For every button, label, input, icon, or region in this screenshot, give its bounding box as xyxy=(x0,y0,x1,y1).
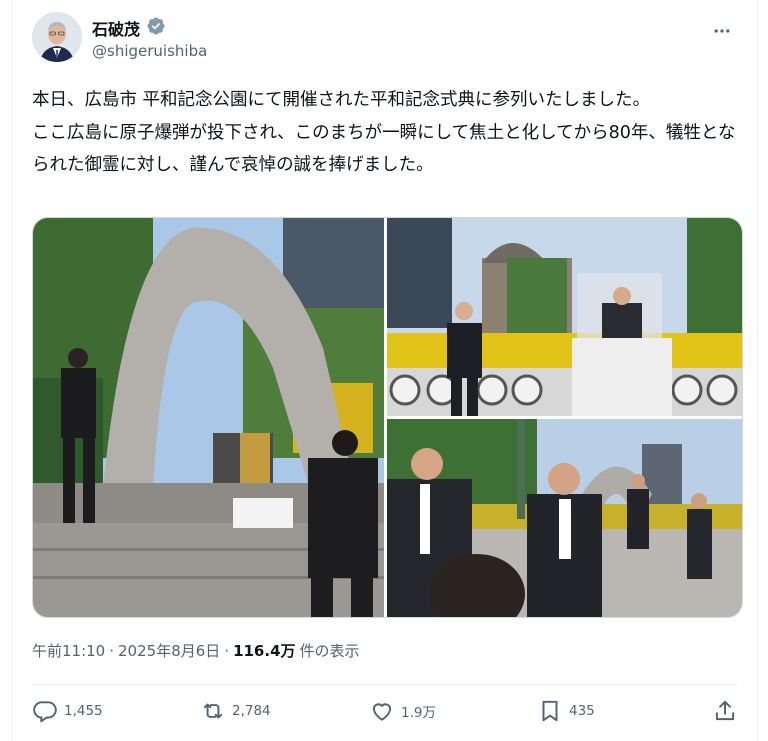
reply-icon xyxy=(33,701,57,723)
photo-podium[interactable] xyxy=(387,218,742,416)
tweet-header: 石破茂 @shigeruishiba xyxy=(32,12,738,68)
like-button[interactable]: 1.9万 xyxy=(369,698,436,724)
podium-speech-icon xyxy=(387,218,742,416)
author-handle[interactable]: @shigeruishiba xyxy=(92,42,207,60)
meta-separator-2: · xyxy=(224,641,230,660)
view-count-label: 件の表示 xyxy=(299,642,360,660)
action-bar: 1,455 2,784 1.9万 435 xyxy=(32,698,738,734)
photo-walking[interactable] xyxy=(387,419,742,617)
name-row: 石破茂 xyxy=(92,16,166,40)
author-avatar[interactable] xyxy=(32,12,82,62)
bookmark-button[interactable]: 435 xyxy=(537,698,595,724)
verified-badge-icon[interactable] xyxy=(146,16,166,40)
meta-separator: · xyxy=(109,641,115,660)
reply-button[interactable]: 1,455 xyxy=(32,698,103,724)
retweet-count: 2,784 xyxy=(232,703,271,719)
photo-cenotaph[interactable] xyxy=(33,218,384,617)
share-icon xyxy=(715,700,735,721)
bookmark-icon xyxy=(542,700,558,722)
more-options-button[interactable] xyxy=(706,20,738,42)
more-dots-icon xyxy=(714,29,730,33)
heart-icon xyxy=(372,703,392,721)
memorial-cenotaph-icon xyxy=(33,218,384,617)
walking-officials-icon xyxy=(387,419,742,617)
divider xyxy=(32,684,738,685)
tweet-text: 本日、広島市 平和記念公園にて開催された平和記念式典に参列いたしました。 ここ広… xyxy=(32,90,736,175)
reply-count: 1,455 xyxy=(64,703,103,719)
like-count: 1.9万 xyxy=(401,705,436,721)
media-grid xyxy=(32,217,743,618)
retweet-button[interactable]: 2,784 xyxy=(200,698,271,724)
retweet-icon xyxy=(203,703,223,719)
share-button[interactable] xyxy=(712,698,738,724)
bookmark-count: 435 xyxy=(569,703,595,719)
tweet-meta: 午前11:10 · 2025年8月6日 · 116.4万 件の表示 xyxy=(32,640,360,661)
tweet-card: 石破茂 @shigeruishiba 本日、広島市 平和記念公園にて開催された平… xyxy=(12,0,758,741)
post-date[interactable]: 2025年8月6日 xyxy=(118,640,220,661)
view-count[interactable]: 116.4万 xyxy=(233,640,295,661)
author-display-name[interactable]: 石破茂 xyxy=(92,16,140,40)
post-time[interactable]: 午前11:10 xyxy=(32,640,105,661)
